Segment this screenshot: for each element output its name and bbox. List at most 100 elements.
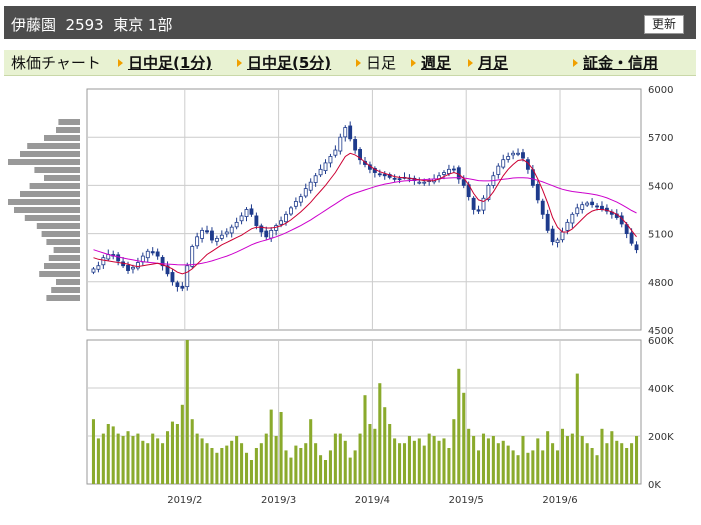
volume-bar bbox=[205, 443, 209, 484]
volume-bar bbox=[96, 438, 100, 484]
candle-body bbox=[629, 232, 634, 244]
volume-bar bbox=[215, 452, 219, 484]
volume-bar bbox=[398, 443, 402, 484]
candle-body bbox=[461, 179, 466, 186]
candle-body bbox=[155, 251, 160, 257]
candle-body bbox=[595, 205, 599, 208]
volume-bar bbox=[486, 438, 490, 484]
candle-body bbox=[377, 173, 382, 176]
volume-bar bbox=[363, 395, 367, 484]
candle-body bbox=[274, 225, 279, 231]
volume-bar bbox=[630, 443, 634, 484]
volume-bar bbox=[590, 448, 594, 484]
volume-profile-bar bbox=[14, 207, 80, 213]
volume-bar bbox=[536, 438, 540, 484]
volume-bar bbox=[225, 445, 229, 484]
volume-profile-bar bbox=[56, 127, 80, 133]
volume-bar bbox=[427, 433, 431, 484]
candle-body bbox=[293, 201, 298, 207]
volume-profile-bar bbox=[48, 255, 80, 261]
volume-bar bbox=[417, 438, 421, 484]
volume-bar bbox=[235, 436, 239, 484]
candle-body bbox=[289, 207, 293, 215]
volume-bar bbox=[467, 428, 471, 484]
candle-body bbox=[224, 231, 229, 235]
volume-bar bbox=[333, 433, 337, 484]
candle-body bbox=[269, 229, 274, 239]
candle-body bbox=[442, 172, 446, 175]
candle-body bbox=[200, 229, 205, 239]
volume-profile-bar bbox=[24, 215, 80, 221]
volume-bar bbox=[541, 450, 545, 484]
candle-body bbox=[471, 197, 476, 210]
volume-profile-bar bbox=[36, 223, 80, 229]
volume-bar bbox=[111, 426, 115, 484]
volume-bar bbox=[244, 452, 249, 484]
volume-profile-bar bbox=[20, 151, 80, 157]
candle-body bbox=[634, 244, 639, 251]
volume-bar bbox=[304, 443, 308, 484]
volume-bar bbox=[551, 443, 555, 484]
volume-profile-bar bbox=[34, 167, 80, 173]
volume-bar bbox=[615, 440, 619, 484]
volume-bar bbox=[575, 373, 579, 484]
candle-body bbox=[239, 215, 244, 222]
candle-body bbox=[91, 268, 96, 273]
volume-bar bbox=[249, 460, 253, 484]
volume-tick-label: 600K bbox=[648, 336, 674, 347]
volume-bar bbox=[570, 433, 574, 484]
volume-bar bbox=[422, 445, 426, 484]
candle-body bbox=[234, 221, 239, 228]
volume-bar bbox=[595, 455, 599, 484]
volume-bar bbox=[116, 433, 120, 484]
volume-bar bbox=[481, 433, 486, 484]
volume-tick-label: 200K bbox=[648, 432, 674, 443]
candle-body bbox=[516, 152, 520, 155]
volume-bar bbox=[284, 450, 288, 484]
volume-bar bbox=[605, 443, 609, 484]
x-tick-label: 2019/3 bbox=[261, 495, 296, 506]
volume-bar bbox=[432, 436, 436, 484]
candle-body bbox=[195, 236, 200, 247]
volume-bar bbox=[457, 368, 461, 484]
volume-bar bbox=[560, 428, 565, 484]
candle-body bbox=[540, 200, 545, 215]
volume-profile-bar bbox=[44, 263, 80, 269]
candle-body bbox=[214, 238, 219, 242]
volume-bar bbox=[353, 450, 357, 484]
volume-bar bbox=[240, 443, 244, 484]
candle-body bbox=[560, 231, 565, 241]
candle-body bbox=[338, 136, 343, 152]
candle-body bbox=[575, 207, 580, 215]
volume-bar bbox=[195, 433, 199, 484]
candle-body bbox=[328, 156, 333, 164]
x-tick-label: 2019/4 bbox=[355, 495, 390, 506]
volume-bar bbox=[156, 438, 160, 484]
price-tick-label: 4800 bbox=[648, 278, 673, 289]
volume-bar bbox=[185, 340, 189, 484]
volume-profile-bar bbox=[8, 159, 80, 165]
volume-bar bbox=[348, 457, 352, 484]
candle-body bbox=[323, 162, 328, 172]
volume-bar bbox=[319, 455, 323, 484]
volume-bar bbox=[269, 409, 273, 484]
volume-bar bbox=[180, 404, 184, 484]
candle-body bbox=[501, 159, 506, 168]
candle-body bbox=[298, 196, 303, 203]
price-panel bbox=[86, 88, 642, 331]
volume-bar bbox=[254, 448, 258, 484]
volume-bar bbox=[190, 419, 194, 484]
candle-body bbox=[96, 265, 101, 270]
candle-body bbox=[150, 251, 155, 254]
candle-body bbox=[550, 228, 555, 243]
volume-profile-bar bbox=[46, 295, 80, 301]
volume-bar bbox=[516, 455, 520, 484]
volume-bar bbox=[620, 443, 624, 484]
volume-bar bbox=[165, 431, 170, 484]
candle-body bbox=[570, 213, 575, 224]
volume-bar bbox=[531, 450, 535, 484]
volume-profile-bar bbox=[41, 231, 80, 237]
volume-profile-bar bbox=[29, 183, 81, 189]
volume-bar bbox=[210, 448, 214, 484]
x-tick-label: 2019/6 bbox=[542, 495, 577, 506]
